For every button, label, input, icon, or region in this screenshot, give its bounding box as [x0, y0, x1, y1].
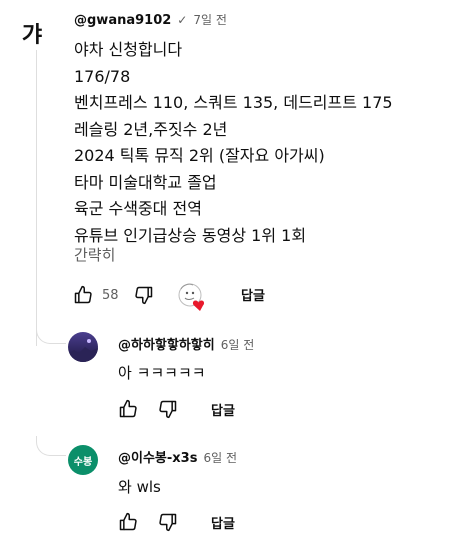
reply-action: 답글	[241, 285, 265, 304]
reply-comment: @하하핳핳하핳히 6일 전 아 ㅋㅋㅋㅋㅋ 답글	[0, 326, 468, 426]
avatar[interactable]	[68, 332, 98, 362]
creator-heart-icon[interactable]	[176, 281, 208, 313]
comment-line: 벤치프레스 110, 스쿼트 135, 데드리프트 175	[74, 93, 393, 112]
comment-line: 육군 수색중대 전역	[74, 199, 202, 218]
comment-line: 176/78	[74, 66, 131, 86]
timestamp[interactable]: 6일 전	[221, 336, 255, 353]
comment-actions: 답글	[117, 511, 235, 533]
comment-header: @하하핳핳하핳히 6일 전	[118, 334, 254, 353]
author-handle[interactable]: @하하핳핳하핳히	[118, 334, 215, 353]
reply-text: 와 wls	[118, 478, 161, 496]
show-less-link[interactable]: 간략히	[74, 244, 115, 265]
avatar[interactable]: 갸	[16, 18, 46, 48]
comment-actions: 답글	[117, 398, 235, 420]
reply-button[interactable]: 답글	[211, 400, 235, 419]
reply-button[interactable]: 답글	[241, 285, 265, 304]
comment-line: 레슬링 2년,주짓수 2년	[74, 119, 228, 139]
thumbs-down-icon[interactable]	[157, 511, 179, 533]
reply-comment: 수봉 @이수봉-x3s 6일 전 와 wls 답글	[0, 440, 468, 534]
author-handle[interactable]: @gwana9102	[74, 13, 171, 28]
avatar-text: 수봉	[73, 456, 93, 468]
thumbs-up-icon[interactable]	[117, 511, 139, 533]
timestamp[interactable]: 7일 전	[193, 11, 227, 28]
avatar[interactable]: 수봉	[68, 445, 98, 475]
author-handle[interactable]: @이수봉-x3s	[118, 447, 197, 466]
check-icon: ✓	[177, 13, 188, 27]
reply-button[interactable]: 답글	[211, 513, 235, 532]
comment-line: 2024 틱톡 뮤직 2위 (잘자요 아가씨)	[74, 146, 325, 165]
thumbs-down-icon[interactable]	[133, 284, 155, 306]
comment-actions: 58	[72, 284, 155, 306]
thumbs-down-icon[interactable]	[157, 398, 179, 420]
comment-line: 야차 신청합니다	[74, 40, 183, 59]
like-count: 58	[102, 287, 119, 303]
comment-body: 야차 신청합니다 176/78 벤치프레스 110, 스쿼트 135, 데드리프…	[74, 37, 393, 249]
avatar-text: 갸	[21, 23, 42, 48]
thumbs-up-icon[interactable]	[117, 398, 139, 420]
main-comment: 갸 @gwana9102 ✓ 7일 전 야차 신청합니다 176/78 벤치프레…	[0, 0, 468, 320]
timestamp[interactable]: 6일 전	[203, 449, 237, 466]
thumbs-up-icon[interactable]	[72, 284, 94, 306]
reply-text: 아 ㅋㅋㅋㅋㅋ	[118, 364, 206, 382]
comment-line: 유튜브 인기급상승 동영상 1위 1회	[74, 225, 307, 245]
comment-line: 타마 미술대학교 졸업	[74, 172, 217, 192]
comment-header: @이수봉-x3s 6일 전	[118, 447, 237, 466]
comment-header: @gwana9102 ✓ 7일 전	[74, 11, 227, 28]
